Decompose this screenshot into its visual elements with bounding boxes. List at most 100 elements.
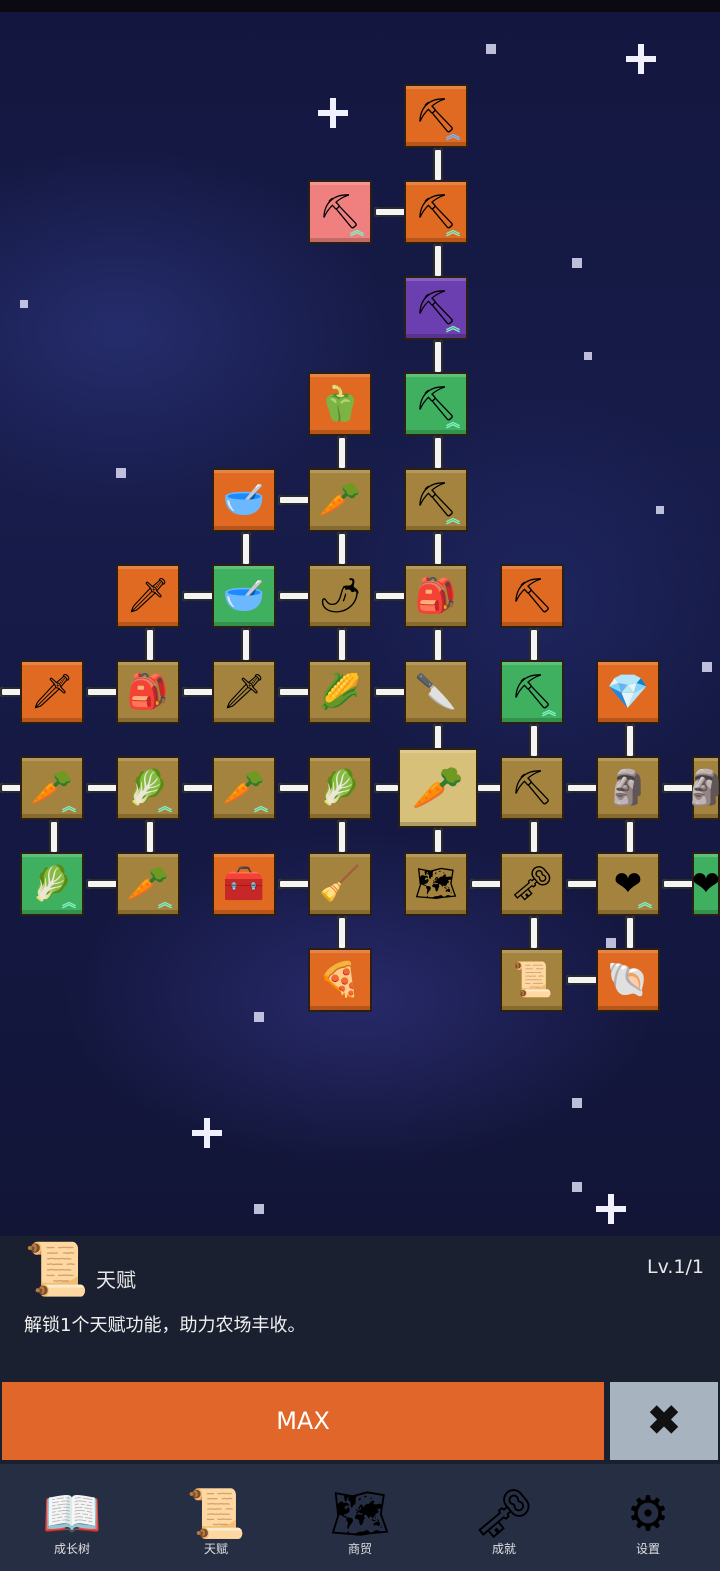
skill-node-map[interactable]: 🗺 [404,852,468,916]
tab-label: 成长树 [53,1542,90,1556]
broom-icon: 🧹 [318,864,362,904]
connector [278,783,312,793]
bowl-icon: 🥣 [222,576,266,616]
connector [241,532,251,566]
skill-node-heart-edge[interactable]: ❤ [692,852,720,916]
corn-icon: 🌽 [318,672,362,712]
connector [182,783,216,793]
skill-node-sword-gold[interactable]: 🗡 [116,564,180,628]
skill-node-dagger[interactable]: 🔪 [404,660,468,724]
max-button[interactable]: MAX [2,1382,604,1460]
map-icon: 🗺 [329,1486,391,1542]
skill-node-shovel-2[interactable]: ⛏ ︽ [404,180,468,244]
skill-node-backpack[interactable]: 🎒 [404,564,468,628]
tab-trade[interactable]: 🗺 商贸 [288,1464,432,1571]
skill-node-shovel-top[interactable]: ⛏ ︽ [404,84,468,148]
skill-node-shovel-gold[interactable]: ⛏ ︽ [404,468,468,532]
pickaxe-icon: ⛏ [510,768,554,808]
sparkle-star [318,98,348,128]
skill-node-broom[interactable]: 🧹 [308,852,372,916]
backpack-icon: 🎒 [126,672,170,712]
fossil-icon: 🐚 [606,960,650,1000]
upgrade-chevron-icon: ︽ [638,895,652,911]
connector [241,628,251,662]
skill-node-bowl-green[interactable]: 🥣 [212,564,276,628]
skill-node-pickaxe-gold[interactable]: ⛏ [500,756,564,820]
skill-node-bowl-grain[interactable]: 🥣 [212,468,276,532]
star [702,662,712,672]
star [116,468,126,478]
skill-node-statue[interactable]: 🗿 [596,756,660,820]
skill-node-scroll[interactable]: 📜 [500,948,564,1012]
star [254,1204,264,1214]
sword-icon: 🗡 [126,576,170,616]
skill-node-carrot-big[interactable]: 🥕 [398,748,478,828]
upgrade-chevron-icon: ︽ [62,895,76,911]
skill-node-carrot-3[interactable]: 🥕 ︽ [116,852,180,916]
skill-node-fossil[interactable]: 🐚 [596,948,660,1012]
skill-node-sword-left[interactable]: 🗡 [20,660,84,724]
close-icon: ✖ [647,1399,681,1443]
scroll-icon: 📜 [24,1240,89,1300]
tab-talent[interactable]: 📜 天赋 [144,1464,288,1571]
connector [470,879,504,889]
map-icon: 🗺 [414,864,458,904]
connector [433,244,443,278]
star [606,938,616,948]
connector [86,879,120,889]
upgrade-chevron-icon: ︽ [158,799,172,815]
tab-growth-tree[interactable]: 📖 成长树 [0,1464,144,1571]
skill-node-cabbage-1[interactable]: 🥬 ︽ [116,756,180,820]
space-background: ⛏ ︽ ⛏ ︽ ⛏ ︽ ⛏ ︽ 🫑 ⛏ ︽ 🥣 🥕 ⛏ ︽ 🗡 🥣 🌶 🎒 ⛏ 🗡 🎒 🗡 … [0,0,720,1236]
skill-node-shovel-green[interactable]: ⛏ ︽ [404,372,468,436]
skill-node-chili[interactable]: 🌶 [308,564,372,628]
skill-node-chest[interactable]: 🧰 [212,852,276,916]
sparkle-star [596,1194,626,1224]
skill-node-cabbage-green[interactable]: 🥬 ︽ [20,852,84,916]
tab-achievements[interactable]: 🗝 成就 [432,1464,576,1571]
skill-node-shovel-pink[interactable]: ⛏ ︽ [308,180,372,244]
skill-node-cabbage-2[interactable]: 🥬 [308,756,372,820]
key-icon: 🗝 [473,1486,535,1542]
skill-node-key[interactable]: 🗝 [500,852,564,916]
detail-level: Lv.1/1 [647,1256,704,1278]
close-button[interactable]: ✖ [610,1382,718,1460]
connector [625,724,635,758]
star [486,44,496,54]
upgrade-chevron-icon: ︽ [446,223,460,239]
connector [433,828,443,854]
connector [337,916,347,950]
connector [625,916,635,950]
connector [433,340,443,374]
book-icon: 📖 [42,1486,102,1542]
skill-node-crystal[interactable]: 💎 [596,660,660,724]
skill-node-heart[interactable]: ❤ ︽ [596,852,660,916]
skill-node-pepper[interactable]: 🫑 [308,372,372,436]
connector [625,820,635,854]
upgrade-chevron-icon: ︽ [62,799,76,815]
detail-description: 解锁1个天赋功能，助力农场丰收。 [24,1315,306,1336]
connector [86,687,120,697]
skill-node-pickaxe-top[interactable]: ⛏ [500,564,564,628]
upgrade-chevron-icon: ︽ [350,223,364,239]
skill-node-corn[interactable]: 🌽 [308,660,372,724]
skill-node-backpack-2[interactable]: 🎒 [116,660,180,724]
tab-label: 设置 [635,1542,660,1556]
radish-icon: 🥕 [318,480,362,520]
tab-settings[interactable]: ⚙ 设置 [576,1464,720,1571]
tab-label: 商贸 [347,1542,372,1556]
skill-node-pizza[interactable]: 🍕 [308,948,372,1012]
star [572,1182,582,1192]
connector [529,724,539,758]
star [572,1098,582,1108]
skill-node-sword-mid[interactable]: 🗡 [212,660,276,724]
upgrade-chevron-icon: ︽ [446,319,460,335]
skill-node-statue-edge[interactable]: 🗿 [685,756,720,820]
skill-node-pickaxe-green[interactable]: ⛏ ︽ [500,660,564,724]
connector [337,436,347,470]
skill-node-radish[interactable]: 🥕 [308,468,372,532]
skill-node-carrot-2[interactable]: 🥕 ︽ [212,756,276,820]
skill-node-carrot-1[interactable]: 🥕 ︽ [20,756,84,820]
skill-node-shovel-purple[interactable]: ⛏ ︽ [404,276,468,340]
pizza-icon: 🍕 [318,960,362,1000]
